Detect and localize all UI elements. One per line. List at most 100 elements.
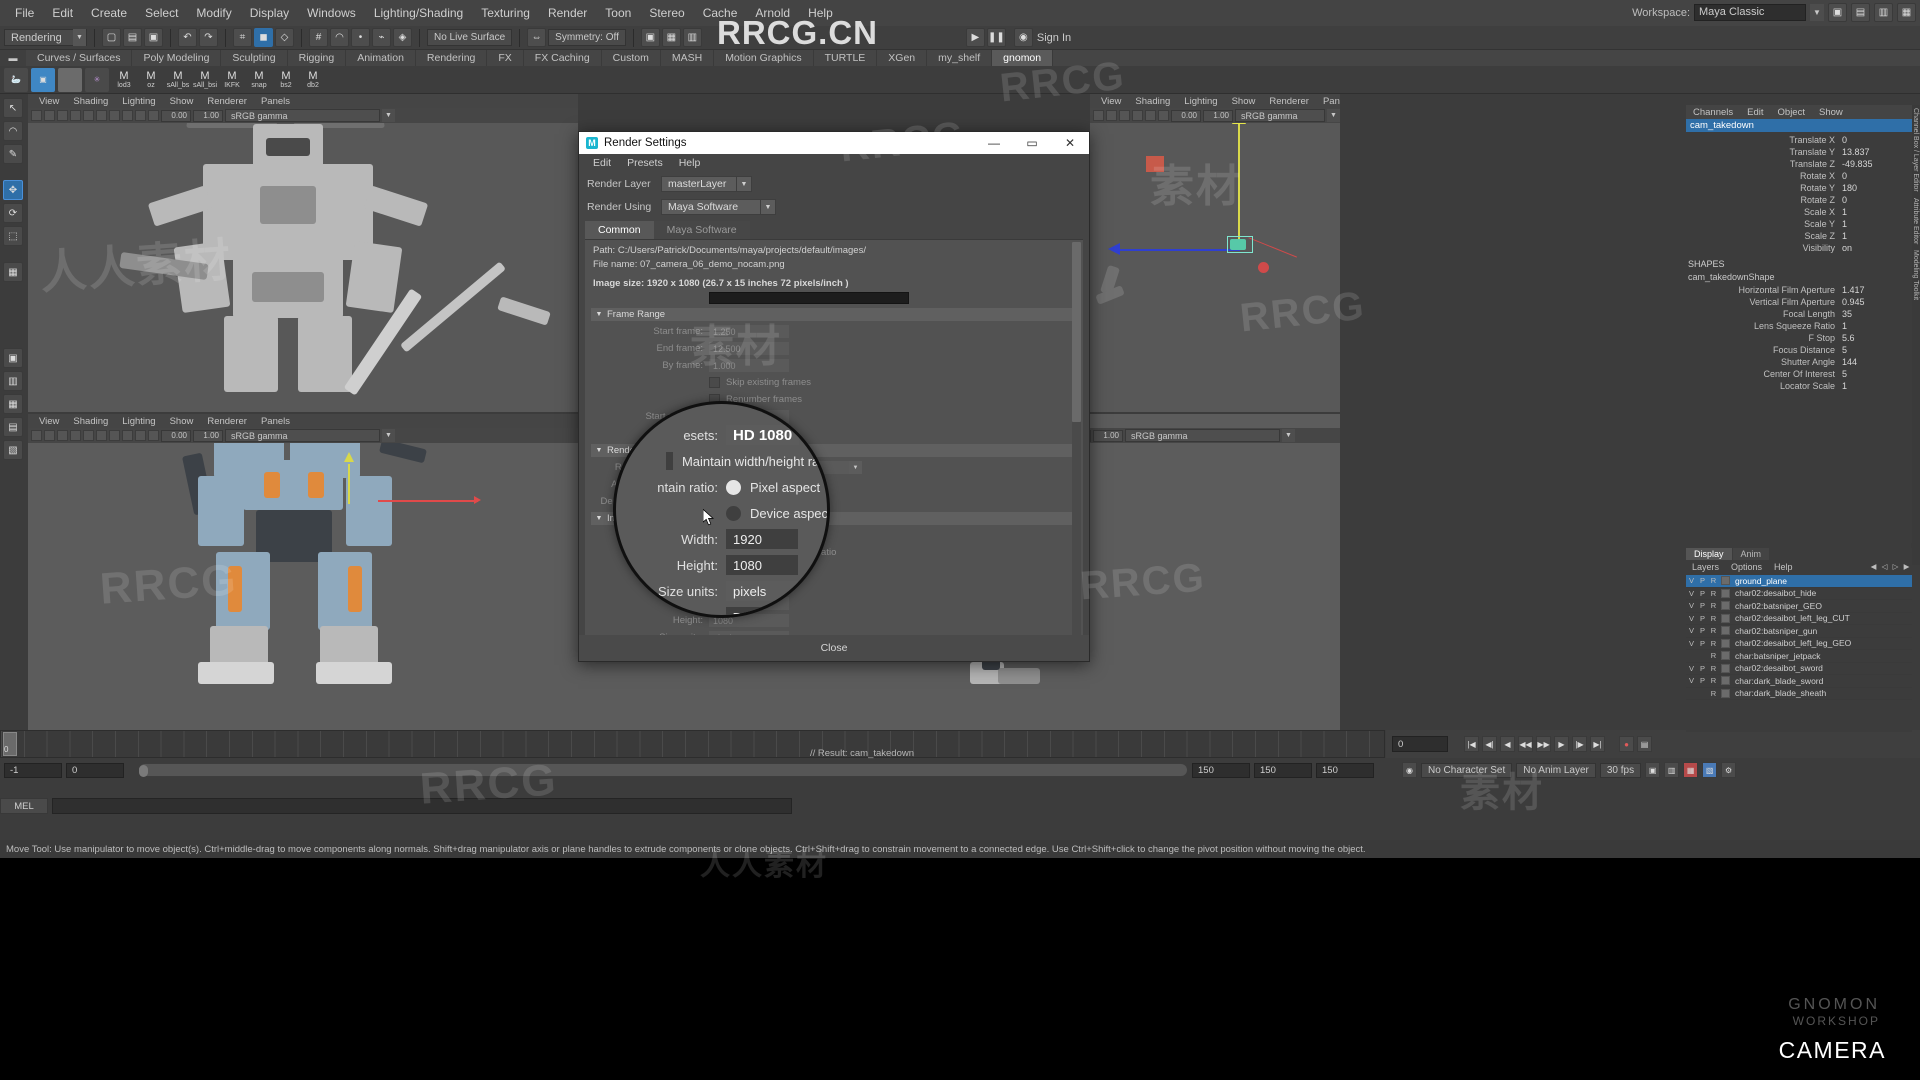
step-back-frame-icon[interactable]: ◀ [1500, 736, 1515, 752]
menu-stereo[interactable]: Stereo [640, 3, 693, 23]
xray-icon[interactable] [148, 110, 159, 121]
mag-maintain-ratio-checkbox[interactable] [665, 452, 673, 470]
layer-playback-toggle[interactable]: P [1697, 614, 1708, 623]
menu-texturing[interactable]: Texturing [472, 3, 539, 23]
chevron-down-icon[interactable]: ▼ [382, 109, 395, 122]
menu-file[interactable]: File [6, 3, 43, 23]
vp-menu-shading[interactable]: Shading [66, 96, 115, 107]
layer-visibility-toggle[interactable]: V [1686, 639, 1697, 648]
layer-new-icon[interactable]: ◀ [1868, 562, 1879, 571]
layer-menu-options[interactable]: Options [1725, 562, 1768, 572]
list-item[interactable]: V P R char02:desaibot_left_leg_GEO [1686, 638, 1912, 650]
layer-visibility-toggle[interactable]: V [1686, 576, 1697, 585]
shelf-plane-icon[interactable] [58, 67, 82, 92]
grid-toggle-icon[interactable] [70, 110, 81, 121]
list-item[interactable]: R char:batsniper_jetpack [1686, 650, 1912, 663]
two-sided-lighting-icon[interactable] [44, 110, 55, 121]
list-item[interactable]: V P R char02:batsniper_gun [1686, 625, 1912, 638]
chevron-down-icon[interactable]: ▼ [737, 176, 752, 192]
mag-device-aspect-radio[interactable] [726, 505, 741, 521]
graph-editor-icon[interactable]: ▥ [1664, 762, 1680, 778]
hypershade-icon[interactable]: ▧ [1702, 762, 1718, 778]
shelf-tab-custom[interactable]: Custom [602, 50, 661, 66]
step-forward-key-icon[interactable]: |▶ [1572, 736, 1587, 752]
exposure-value[interactable]: 0.00 [161, 109, 191, 122]
shelf-tab-poly-modeling[interactable]: Poly Modeling [132, 50, 222, 66]
cb-menu-object[interactable]: Object [1771, 107, 1812, 118]
redo-icon[interactable]: ↷ [199, 28, 218, 47]
layer-color-swatch[interactable] [1721, 676, 1730, 686]
range-bar-left-handle[interactable] [139, 765, 148, 777]
rs-menu-edit[interactable]: Edit [585, 157, 619, 169]
layer-render-toggle[interactable]: R [1708, 576, 1719, 585]
rotate-tool-icon[interactable]: ⟳ [3, 203, 23, 223]
layout-four-icon[interactable]: ▦ [1897, 3, 1916, 22]
snap-grid-icon[interactable]: # [309, 28, 328, 47]
channel-value[interactable]: 0 [1842, 171, 1908, 181]
menu-display[interactable]: Display [241, 3, 298, 23]
vp-menu-view[interactable]: View [32, 96, 66, 107]
mag-pixel-aspect-radio[interactable] [726, 479, 741, 495]
layer-render-toggle[interactable]: R [1708, 639, 1719, 648]
shelf-swan-icon[interactable]: 🦢 [4, 67, 28, 92]
fps-field[interactable]: 30 fps [1599, 762, 1642, 778]
character-set-icon[interactable]: ◉ [1402, 762, 1417, 778]
chevron-down-icon[interactable]: ▼ [798, 581, 822, 601]
colorspace-value[interactable]: sRGB gamma [225, 109, 380, 122]
scale-tool-icon[interactable]: ⬚ [3, 226, 23, 246]
open-scene-icon[interactable]: ▤ [123, 28, 142, 47]
menu-lighting-shading[interactable]: Lighting/Shading [365, 3, 472, 23]
playblast-icon[interactable]: ▣ [1645, 762, 1661, 778]
colorspace-value[interactable]: sRGB gamma [1235, 109, 1325, 122]
gamma-value[interactable]: 1.00 [193, 429, 223, 442]
channel-value[interactable]: on [1842, 243, 1908, 253]
layer-visibility-toggle[interactable]: V [1686, 626, 1697, 635]
chevron-down-icon[interactable]: ▼ [1327, 109, 1340, 122]
channel-value[interactable]: 1 [1842, 321, 1908, 331]
account-icon[interactable]: ◉ [1013, 28, 1033, 47]
chevron-down-icon[interactable]: ▼ [591, 515, 607, 522]
last-tool-icon[interactable]: ▦ [3, 262, 23, 282]
layer-playback-toggle[interactable]: P [1697, 676, 1708, 685]
grid-toggle-icon[interactable] [70, 430, 81, 441]
menu-edit[interactable]: Edit [43, 3, 82, 23]
move-tool-icon[interactable]: ✥ [3, 180, 23, 200]
select-component-icon[interactable]: ◇ [275, 28, 294, 47]
texture-icon[interactable] [135, 430, 146, 441]
shelf-tab-motion-graphics[interactable]: Motion Graphics [714, 50, 814, 66]
side-tab-attribute-editor[interactable]: Attribute Editor [1911, 195, 1920, 247]
grid-toggle-icon[interactable] [1132, 110, 1143, 121]
list-item[interactable]: V P R char02:desaibot_hide [1686, 588, 1912, 600]
version-label-field[interactable] [709, 292, 909, 304]
vp-menu-show[interactable]: Show [1225, 96, 1263, 107]
layer-render-toggle[interactable]: R [1708, 614, 1719, 623]
go-to-end-icon[interactable]: ▶| [1590, 736, 1605, 752]
menu-select[interactable]: Select [136, 3, 187, 23]
shelf-menu-icon[interactable]: ▬ [0, 50, 26, 66]
panel-scrollbar[interactable] [1072, 242, 1081, 646]
shelf-script-bs2[interactable]: M bs2 [274, 68, 298, 92]
shelf-tab-my-shelf[interactable]: my_shelf [927, 50, 993, 66]
shelf-tab-fx[interactable]: FX [487, 50, 524, 66]
select-hierarchy-icon[interactable]: ⌗ [233, 28, 252, 47]
snap-view-plane-icon[interactable]: ◈ [393, 28, 412, 47]
snap-curve-icon[interactable]: ◠ [330, 28, 349, 47]
minimize-button[interactable]: — [975, 132, 1013, 154]
menu-create[interactable]: Create [82, 3, 136, 23]
layer-add-icon[interactable]: ▶ [1901, 562, 1912, 571]
channel-value[interactable]: 5 [1842, 369, 1908, 379]
colorspace-value[interactable]: sRGB gamma [1125, 429, 1280, 442]
chevron-down-icon[interactable]: ▼ [1282, 429, 1295, 442]
shelf-script-db2[interactable]: M db2 [301, 68, 325, 92]
list-item[interactable]: V P R char02:desaibot_left_leg_CUT [1686, 613, 1912, 625]
tab-maya-software[interactable]: Maya Software [653, 221, 750, 239]
film-gate-icon[interactable] [1145, 110, 1156, 121]
lasso-tool-icon[interactable]: ◠ [3, 121, 23, 141]
layer-visibility-toggle[interactable]: V [1686, 601, 1697, 610]
shelf-tab-sculpting[interactable]: Sculpting [221, 50, 288, 66]
play-backwards-icon[interactable]: ◀◀ [1518, 736, 1533, 752]
channel-value[interactable]: 1 [1842, 219, 1908, 229]
range-slider-bar[interactable] [138, 763, 1188, 777]
camera-attributes-icon[interactable] [31, 430, 42, 441]
layer-color-swatch[interactable] [1721, 576, 1730, 586]
